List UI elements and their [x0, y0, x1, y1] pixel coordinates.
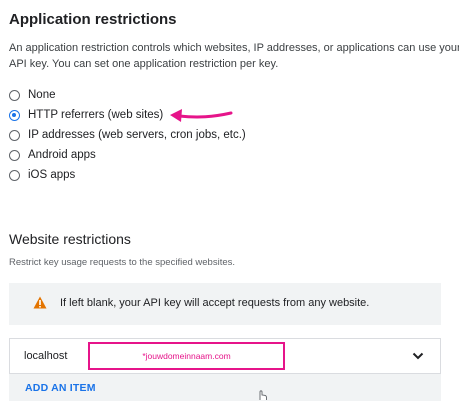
annotation-arrow-icon: [170, 109, 233, 122]
website-item-row[interactable]: localhost *jouwdomeinnaam.com: [9, 338, 441, 374]
warning-banner: If left blank, your API key will accept …: [9, 283, 441, 325]
radio-http-referrers[interactable]: [9, 109, 20, 121]
radio-option-ios-apps[interactable]: iOS apps: [9, 166, 75, 184]
hand-cursor-icon: [259, 390, 267, 400]
website-restrictions-heading: Website restrictions: [9, 231, 131, 247]
chevron-down-icon[interactable]: [412, 352, 424, 360]
radio-option-ip-addresses[interactable]: IP addresses (web servers, cron jobs, et…: [9, 126, 246, 144]
radio-option-http-referrers[interactable]: HTTP referrers (web sites): [9, 106, 163, 124]
add-item-row: ADD AN ITEM: [9, 374, 441, 401]
radio-label: iOS apps: [28, 169, 76, 181]
warning-text: If left blank, your API key will accept …: [60, 297, 370, 309]
add-item-button[interactable]: ADD AN ITEM: [25, 382, 96, 394]
radio-none[interactable]: [9, 89, 20, 101]
radio-label: Android apps: [28, 149, 96, 161]
radio-label: None: [28, 89, 56, 101]
radio-ip-addresses[interactable]: [9, 129, 20, 141]
radio-label: IP addresses (web servers, cron jobs, et…: [28, 129, 246, 141]
website-restrictions-subtitle: Restrict key usage requests to the speci…: [9, 257, 236, 268]
website-item-input[interactable]: *jouwdomeinnaam.com: [88, 342, 285, 370]
radio-label: HTTP referrers (web sites): [28, 109, 164, 121]
radio-ios-apps[interactable]: [9, 169, 20, 181]
warning-triangle-icon: [33, 296, 47, 309]
radio-android-apps[interactable]: [9, 149, 20, 161]
website-item-label: localhost: [24, 350, 68, 362]
application-restrictions-description: An application restriction controls whic…: [9, 42, 459, 70]
radio-option-none[interactable]: None: [9, 86, 56, 104]
radio-option-android-apps[interactable]: Android apps: [9, 146, 96, 164]
application-restrictions-heading: Application restrictions: [9, 11, 177, 28]
